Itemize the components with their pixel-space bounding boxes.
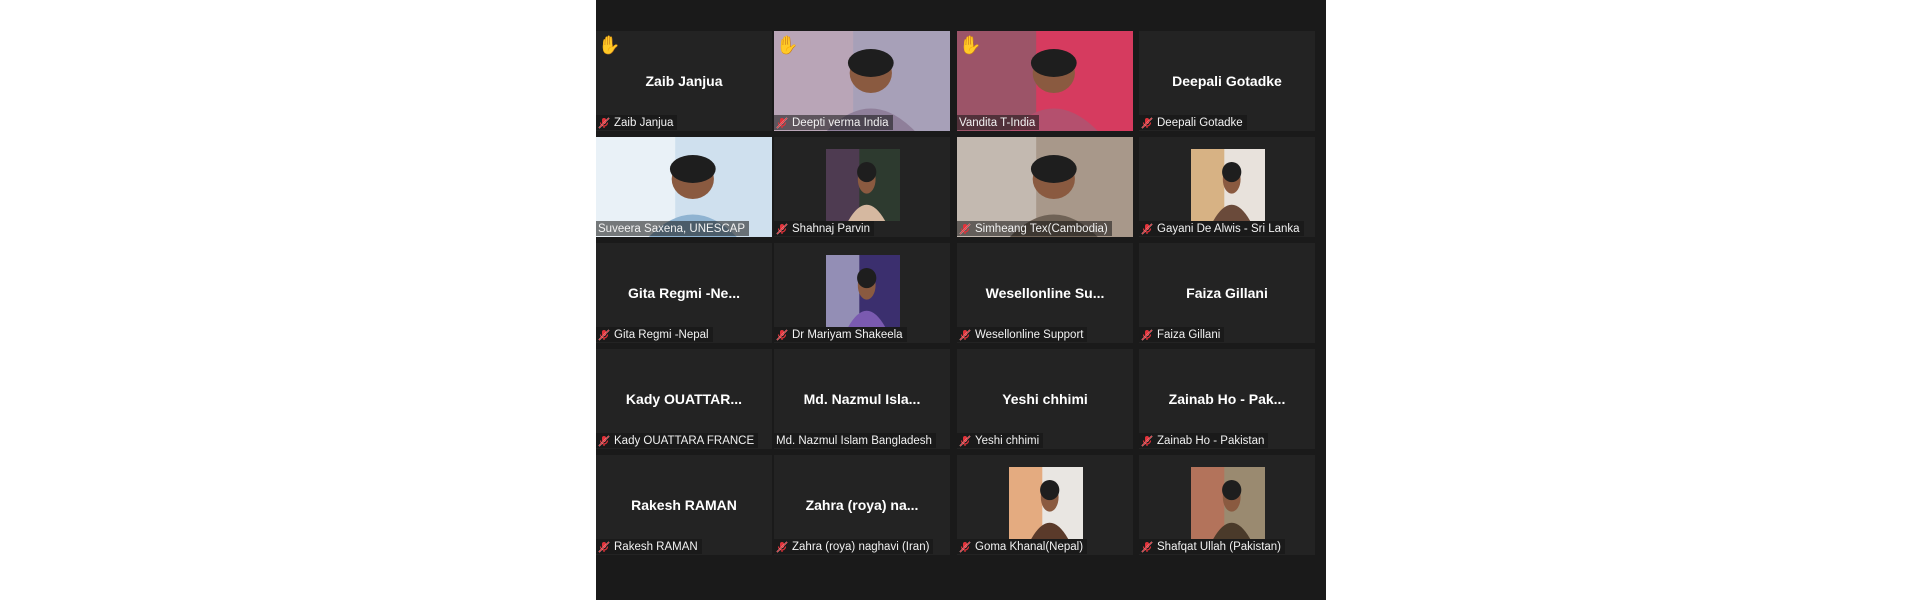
- participant-tile[interactable]: ✋ Deepti verma India: [774, 31, 950, 131]
- participant-name: Gita Regmi -Nepal: [614, 328, 709, 341]
- participant-tile[interactable]: Rakesh RAMAN Rakesh RAMAN: [596, 455, 772, 555]
- microphone-muted-icon: [959, 435, 971, 447]
- microphone-muted-icon: [1141, 435, 1153, 447]
- participant-name-bar: Gayani De Alwis - Sri Lanka: [1139, 221, 1304, 236]
- participant-name-bar: Gita Regmi -Nepal: [596, 327, 713, 342]
- microphone-muted-icon: [598, 435, 610, 447]
- meeting-gallery-view: Zaib Janjua ✋ Zaib Janjua ✋ Deepti verma …: [596, 0, 1326, 600]
- participant-name: Shahnaj Parvin: [792, 222, 870, 235]
- microphone-muted-icon: [1141, 117, 1153, 129]
- microphone-muted-icon: [598, 541, 610, 553]
- participant-name: Deepali Gotadke: [1157, 116, 1243, 129]
- participant-name-bar: Dr Mariyam Shakeela: [774, 327, 907, 342]
- microphone-muted-icon: [959, 541, 971, 553]
- participant-name-bar: Zahra (roya) naghavi (Iran): [774, 539, 934, 554]
- participant-name-bar: Zaib Janjua: [596, 115, 678, 130]
- participant-video: [826, 149, 900, 221]
- participant-name-bar: Deepali Gotadke: [1139, 115, 1247, 130]
- participant-name: Gayani De Alwis - Sri Lanka: [1157, 222, 1300, 235]
- participant-video: [1191, 467, 1265, 539]
- participant-name: Simheang Tex(Cambodia): [975, 222, 1108, 235]
- microphone-muted-icon: [1141, 223, 1153, 235]
- participant-tile[interactable]: Yeshi chhimi Yeshi chhimi: [957, 349, 1133, 449]
- participant-name: Suveera Saxena, UNESCAP: [598, 222, 746, 235]
- participant-tile[interactable]: Md. Nazmul Isla... Md. Nazmul Islam Bangl…: [774, 349, 950, 449]
- participant-name-bar: Faiza Gillani: [1139, 327, 1225, 342]
- participant-tile[interactable]: ✋ Vandita T-India: [957, 31, 1133, 131]
- microphone-muted-icon: [776, 117, 788, 129]
- participant-tile[interactable]: Shahnaj Parvin: [774, 137, 950, 237]
- microphone-muted-icon: [776, 223, 788, 235]
- participant-name: Zainab Ho - Pakistan: [1157, 434, 1265, 447]
- microphone-muted-icon: [1141, 541, 1153, 553]
- participant-name-bar: Yeshi chhimi: [957, 433, 1044, 448]
- participant-name: Deepti verma India: [792, 116, 889, 129]
- microphone-muted-icon: [1141, 329, 1153, 341]
- participant-tile[interactable]: Goma Khanal(Nepal): [957, 455, 1133, 555]
- participant-tile[interactable]: Deepali Gotadke Deepali Gotadke: [1139, 31, 1315, 131]
- microphone-muted-icon: [598, 117, 610, 129]
- participant-name-bar: Deepti verma India: [774, 115, 893, 130]
- participant-name-bar: Rakesh RAMAN: [596, 539, 702, 554]
- participant-tile[interactable]: Kady OUATTAR... Kady OUATTARA FRANCE: [596, 349, 772, 449]
- participant-name: Wesellonline Support: [975, 328, 1084, 341]
- participant-tile[interactable]: Zaib Janjua ✋ Zaib Janjua: [596, 31, 772, 131]
- participant-name-bar: Md. Nazmul Islam Bangladesh: [774, 433, 936, 448]
- participant-name: Yeshi chhimi: [975, 434, 1040, 447]
- microphone-muted-icon: [776, 541, 788, 553]
- participant-name: Zaib Janjua: [614, 116, 674, 129]
- microphone-muted-icon: [959, 223, 971, 235]
- participant-name: Zahra (roya) naghavi (Iran): [792, 540, 930, 553]
- participant-name-bar: Suveera Saxena, UNESCAP: [596, 221, 750, 236]
- participant-tile[interactable]: Zainab Ho - Pak... Zainab Ho - Pakistan: [1139, 349, 1315, 449]
- participant-tile[interactable]: Dr Mariyam Shakeela: [774, 243, 950, 343]
- participant-name: Kady OUATTARA FRANCE: [614, 434, 755, 447]
- raised-hand-icon: ✋: [598, 35, 621, 55]
- raised-hand-icon: ✋: [959, 35, 982, 55]
- participant-name: Dr Mariyam Shakeela: [792, 328, 903, 341]
- participant-video: [826, 255, 900, 327]
- participant-tile[interactable]: Gita Regmi -Ne... Gita Regmi -Nepal: [596, 243, 772, 343]
- participant-name-bar: Kady OUATTARA FRANCE: [596, 433, 759, 448]
- participant-tile[interactable]: Zahra (roya) na... Zahra (roya) naghavi …: [774, 455, 950, 555]
- participant-tile[interactable]: Wesellonline Su... Wesellonline Support: [957, 243, 1133, 343]
- participant-name-bar: Shahnaj Parvin: [774, 221, 874, 236]
- participant-tile[interactable]: Shafqat Ullah (Pakistan): [1139, 455, 1315, 555]
- participant-video: [1009, 467, 1083, 539]
- participant-name: Md. Nazmul Islam Bangladesh: [776, 434, 932, 447]
- participant-name-bar: Goma Khanal(Nepal): [957, 539, 1088, 554]
- participant-name: Goma Khanal(Nepal): [975, 540, 1084, 553]
- participant-name: Rakesh RAMAN: [614, 540, 698, 553]
- participant-tile[interactable]: Faiza Gillani Faiza Gillani: [1139, 243, 1315, 343]
- participant-tile[interactable]: Gayani De Alwis - Sri Lanka: [1139, 137, 1315, 237]
- participant-name-bar: Vandita T-India: [957, 115, 1040, 130]
- participant-name: Faiza Gillani: [1157, 328, 1221, 341]
- microphone-muted-icon: [598, 329, 610, 341]
- raised-hand-icon: ✋: [776, 35, 799, 55]
- participant-name-bar: Wesellonline Support: [957, 327, 1088, 342]
- participant-name: Shafqat Ullah (Pakistan): [1157, 540, 1282, 553]
- participant-name-bar: Shafqat Ullah (Pakistan): [1139, 539, 1286, 554]
- microphone-muted-icon: [959, 329, 971, 341]
- microphone-muted-icon: [776, 329, 788, 341]
- participant-video: [1191, 149, 1265, 221]
- participant-tile[interactable]: Suveera Saxena, UNESCAP: [596, 137, 772, 237]
- participant-name-bar: Simheang Tex(Cambodia): [957, 221, 1112, 236]
- participant-tile[interactable]: Simheang Tex(Cambodia): [957, 137, 1133, 237]
- participant-name: Vandita T-India: [959, 116, 1036, 129]
- participant-name-bar: Zainab Ho - Pakistan: [1139, 433, 1269, 448]
